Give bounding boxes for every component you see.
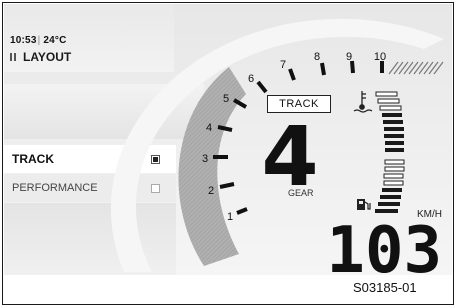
coolant-temperature-icon <box>353 91 373 113</box>
instrument-cluster-display: 10:53| 24°C LAYOUT TRACK PERFORMANCE 1 2… <box>4 4 452 275</box>
fuel-seg-7 <box>378 202 400 206</box>
redline-hatch <box>388 61 444 75</box>
temp-seg-9 <box>385 148 404 152</box>
temp-seg-1 <box>375 91 398 97</box>
fuel-seg-1 <box>384 159 405 165</box>
fuel-seg-4 <box>383 180 404 186</box>
tach-label-10: 10 <box>374 51 386 63</box>
tick-7 <box>288 68 296 81</box>
tach-label-7: 7 <box>280 59 286 71</box>
temp-seg-2 <box>377 98 400 104</box>
speed-value: 103 <box>326 214 442 275</box>
rpm-filled-band <box>178 67 246 266</box>
fuel-seg-2 <box>384 166 405 172</box>
tach-label-9: 9 <box>346 51 352 63</box>
fuel-pump-icon <box>357 199 371 210</box>
fuel-bar-gauge <box>375 159 405 213</box>
riding-mode-badge: TRACK <box>267 95 331 113</box>
temperature-bar-gauge <box>375 91 404 152</box>
speed-unit-label: KM/H <box>417 209 442 220</box>
fuel-seg-6 <box>380 195 401 199</box>
temp-seg-5 <box>383 120 403 124</box>
tick-1 <box>236 207 248 215</box>
tick-9 <box>350 60 355 74</box>
fuel-seg-8 <box>375 209 398 213</box>
tach-label-1: 1 <box>227 211 233 223</box>
tach-label-8: 8 <box>314 51 320 63</box>
tick-8 <box>320 62 326 76</box>
tach-label-4: 4 <box>206 122 212 134</box>
gear-label: GEAR <box>288 188 314 198</box>
figure-reference-code: S03185-01 <box>353 280 417 295</box>
tach-label-6: 6 <box>248 73 254 85</box>
temp-seg-8 <box>385 141 404 145</box>
fuel-seg-5 <box>382 188 402 192</box>
fuel-seg-3 <box>383 173 404 179</box>
tach-label-5: 5 <box>223 93 229 105</box>
tach-label-3: 3 <box>202 153 208 165</box>
temp-seg-7 <box>384 134 404 138</box>
temp-seg-6 <box>384 127 404 131</box>
figure-frame: 10:53| 24°C LAYOUT TRACK PERFORMANCE 1 2… <box>2 2 454 305</box>
tach-label-2: 2 <box>208 185 214 197</box>
tick-6 <box>256 80 268 94</box>
temp-seg-3 <box>379 105 402 111</box>
tick-2 <box>219 182 235 189</box>
temp-seg-4 <box>382 113 402 117</box>
tachometer-gauge: 1 2 3 4 5 6 7 8 9 10 4 103 <box>110 18 445 275</box>
